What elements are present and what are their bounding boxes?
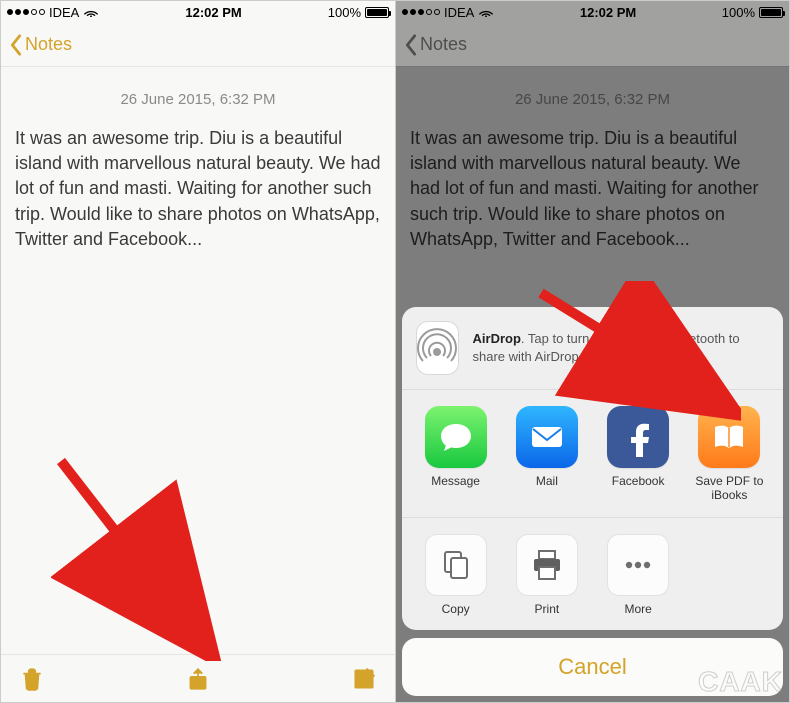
note-text: It was an awesome trip. Diu is a beautif…	[410, 126, 775, 252]
action-label: Print	[535, 602, 560, 616]
note-body[interactable]: 26 June 2015, 6:32 PM It was an awesome …	[1, 67, 395, 654]
app-label: Mail	[536, 474, 558, 488]
back-button[interactable]: Notes	[404, 34, 467, 56]
share-icon	[185, 666, 211, 692]
bottom-toolbar	[1, 654, 395, 702]
phone-right: IDEA 12:02 PM 100% Notes 26 June 2015, 6…	[395, 1, 789, 702]
chevron-left-icon	[9, 34, 23, 56]
nav-bar: Notes	[396, 23, 789, 67]
ibooks-icon	[698, 406, 760, 468]
status-bar: IDEA 12:02 PM 100%	[1, 1, 395, 23]
airdrop-icon	[416, 321, 459, 375]
battery-pct-label: 100%	[722, 5, 755, 20]
battery-pct-label: 100%	[328, 5, 361, 20]
more-icon	[607, 534, 669, 596]
action-copy[interactable]: Copy	[410, 534, 501, 616]
share-app-message[interactable]: Message	[410, 406, 501, 503]
action-label: Copy	[442, 602, 470, 616]
share-actions-row: Copy Print More .	[402, 518, 783, 630]
print-icon	[516, 534, 578, 596]
back-label: Notes	[25, 34, 72, 55]
share-sheet: AirDrop. Tap to turn on Wi-Fi and Blueto…	[402, 307, 783, 696]
network-icon	[478, 5, 494, 20]
share-app-mail[interactable]: Mail	[501, 406, 592, 503]
carrier-label: IDEA	[49, 5, 79, 20]
clock-label: 12:02 PM	[185, 5, 241, 20]
app-label: Facebook	[612, 474, 665, 488]
signal-dots-icon	[7, 9, 45, 15]
action-label: More	[624, 602, 651, 616]
chevron-left-icon	[404, 34, 418, 56]
back-button[interactable]: Notes	[9, 34, 72, 56]
copy-icon	[425, 534, 487, 596]
trash-icon	[19, 666, 45, 692]
carrier-label: IDEA	[444, 5, 474, 20]
mail-icon	[516, 406, 578, 468]
message-icon	[425, 406, 487, 468]
share-button[interactable]	[185, 666, 211, 692]
action-more[interactable]: More	[593, 534, 684, 616]
back-label: Notes	[420, 34, 467, 55]
action-print[interactable]: Print	[501, 534, 592, 616]
note-date: 26 June 2015, 6:32 PM	[15, 91, 381, 108]
share-app-facebook[interactable]: Facebook	[593, 406, 684, 503]
airdrop-text: AirDrop. Tap to turn on Wi-Fi and Blueto…	[473, 330, 769, 365]
airdrop-row[interactable]: AirDrop. Tap to turn on Wi-Fi and Blueto…	[402, 307, 783, 390]
note-text: It was an awesome trip. Diu is a beautif…	[15, 126, 381, 252]
share-app-ibooks[interactable]: Save PDF to iBooks	[684, 406, 775, 503]
battery-icon	[759, 7, 783, 18]
battery-icon	[365, 7, 389, 18]
phone-left: IDEA 12:02 PM 100% Notes 26 June 2015, 6…	[1, 1, 395, 702]
network-icon	[83, 5, 99, 20]
compose-icon	[351, 666, 377, 692]
signal-dots-icon	[402, 9, 440, 15]
clock-label: 12:02 PM	[580, 5, 636, 20]
share-card: AirDrop. Tap to turn on Wi-Fi and Blueto…	[402, 307, 783, 630]
share-apps-row: Message Mail Facebook	[402, 390, 783, 518]
app-label: Message	[431, 474, 480, 488]
app-label: Save PDF to iBooks	[689, 474, 769, 503]
note-date: 26 June 2015, 6:32 PM	[410, 91, 775, 108]
status-bar: IDEA 12:02 PM 100%	[396, 1, 789, 23]
trash-button[interactable]	[19, 666, 45, 692]
facebook-icon	[607, 406, 669, 468]
watermark: CAAK	[698, 666, 783, 698]
nav-bar: Notes	[1, 23, 395, 67]
compose-button[interactable]	[351, 666, 377, 692]
